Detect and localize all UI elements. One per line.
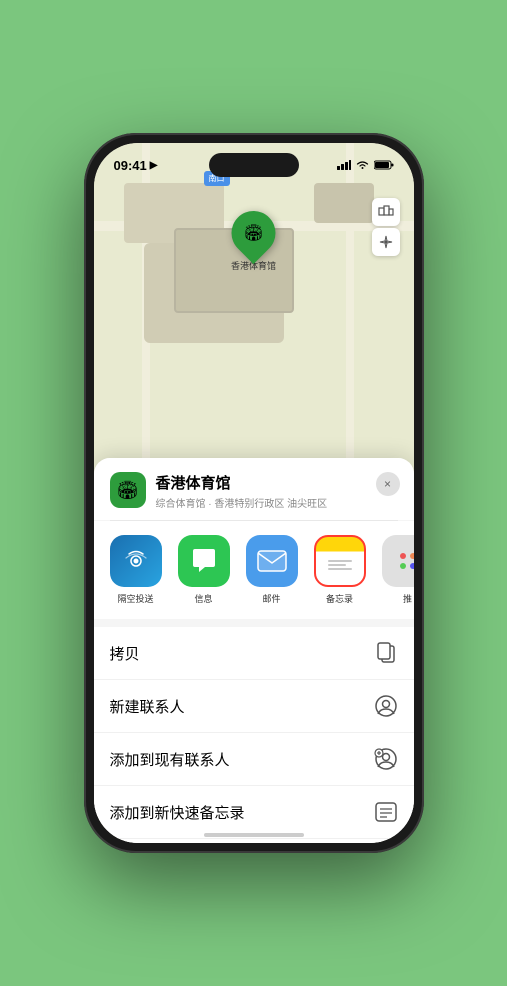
status-icons: [337, 160, 394, 170]
location-pin: 🏟 香港体育馆: [231, 211, 276, 272]
mail-svg: [257, 550, 287, 572]
more-dots-row-1: [400, 553, 414, 559]
quick-note-icon: [374, 800, 398, 824]
copy-icon: [374, 641, 398, 665]
dot-2: [410, 553, 414, 559]
app-item-messages[interactable]: 信息: [178, 535, 230, 605]
map-type-icon: [378, 204, 394, 220]
map-type-button[interactable]: [372, 198, 400, 226]
signal-icon: [337, 160, 351, 170]
phone-screen: 09:41 ▶: [94, 143, 414, 843]
action-print[interactable]: 打印: [94, 839, 414, 843]
notes-icon: [314, 535, 366, 587]
more-label: 推: [403, 592, 412, 605]
airdrop-svg: [122, 547, 150, 575]
bottom-sheet: 🏟 香港体育馆 综合体育馆 · 香港特别行政区 油尖旺区 ×: [94, 458, 414, 843]
notes-line-3: [328, 568, 352, 570]
add-contact-svg: [374, 748, 398, 770]
action-quick-note[interactable]: 添加到新快速备忘录: [94, 786, 414, 839]
more-dots-container: [400, 553, 414, 569]
dot-4: [410, 563, 414, 569]
mail-icon: [246, 535, 298, 587]
home-indicator: [204, 833, 304, 837]
action-copy[interactable]: 拷贝: [94, 627, 414, 680]
app-item-notes[interactable]: 备忘录: [314, 535, 366, 605]
quick-note-label: 添加到新快速备忘录: [110, 802, 245, 823]
compass-icon: [379, 235, 393, 249]
dot-1: [400, 553, 406, 559]
airdrop-label: 隔空投送: [117, 592, 153, 605]
messages-svg: [189, 547, 219, 575]
action-list: 拷贝 新建联系人: [94, 627, 414, 843]
add-contact-icon: [374, 747, 398, 771]
location-arrow-icon: ▶: [150, 160, 158, 171]
quick-note-svg: [375, 802, 397, 822]
airdrop-icon: [110, 535, 162, 587]
more-dots-row-2: [400, 563, 414, 569]
copy-svg: [376, 642, 396, 664]
new-contact-icon: [374, 694, 398, 718]
time-display: 09:41: [114, 158, 147, 173]
venue-name: 香港体育馆: [156, 472, 398, 493]
close-button[interactable]: ×: [376, 472, 400, 496]
location-info: 香港体育馆 综合体育馆 · 香港特别行政区 油尖旺区: [156, 472, 398, 510]
wifi-icon: [356, 160, 369, 170]
venue-subtitle: 综合体育馆 · 香港特别行政区 油尖旺区: [156, 495, 398, 510]
share-apps-row: 隔空投送 信息: [94, 521, 414, 619]
messages-label: 信息: [194, 592, 212, 605]
action-add-contact[interactable]: 添加到现有联系人: [94, 733, 414, 786]
pin-circle: 🏟: [222, 202, 284, 264]
battery-icon: [374, 160, 394, 170]
pin-icon: 🏟: [243, 223, 263, 243]
notes-line-2: [328, 564, 346, 566]
new-contact-label: 新建联系人: [110, 696, 185, 717]
action-new-contact[interactable]: 新建联系人: [94, 680, 414, 733]
more-apps-icon: [382, 535, 414, 587]
copy-label: 拷贝: [110, 643, 140, 664]
app-item-mail[interactable]: 邮件: [246, 535, 298, 605]
app-item-more[interactable]: 推: [382, 535, 414, 605]
status-time: 09:41 ▶: [114, 158, 158, 173]
venue-icon: 🏟: [110, 472, 146, 508]
map-block-2: [314, 183, 374, 223]
dot-3: [400, 563, 406, 569]
phone-frame: 09:41 ▶: [84, 133, 424, 853]
dynamic-island: [209, 153, 299, 177]
notes-line-1: [328, 560, 352, 562]
messages-icon: [178, 535, 230, 587]
location-header: 🏟 香港体育馆 综合体育馆 · 香港特别行政区 油尖旺区 ×: [94, 458, 414, 520]
new-contact-svg: [375, 695, 397, 717]
notes-label: 备忘录: [326, 592, 353, 605]
map-controls: [372, 198, 400, 256]
mail-label: 邮件: [262, 592, 280, 605]
add-contact-label: 添加到现有联系人: [110, 749, 230, 770]
app-item-airdrop[interactable]: 隔空投送: [110, 535, 162, 605]
notes-lines: [324, 560, 356, 570]
location-button[interactable]: [372, 228, 400, 256]
